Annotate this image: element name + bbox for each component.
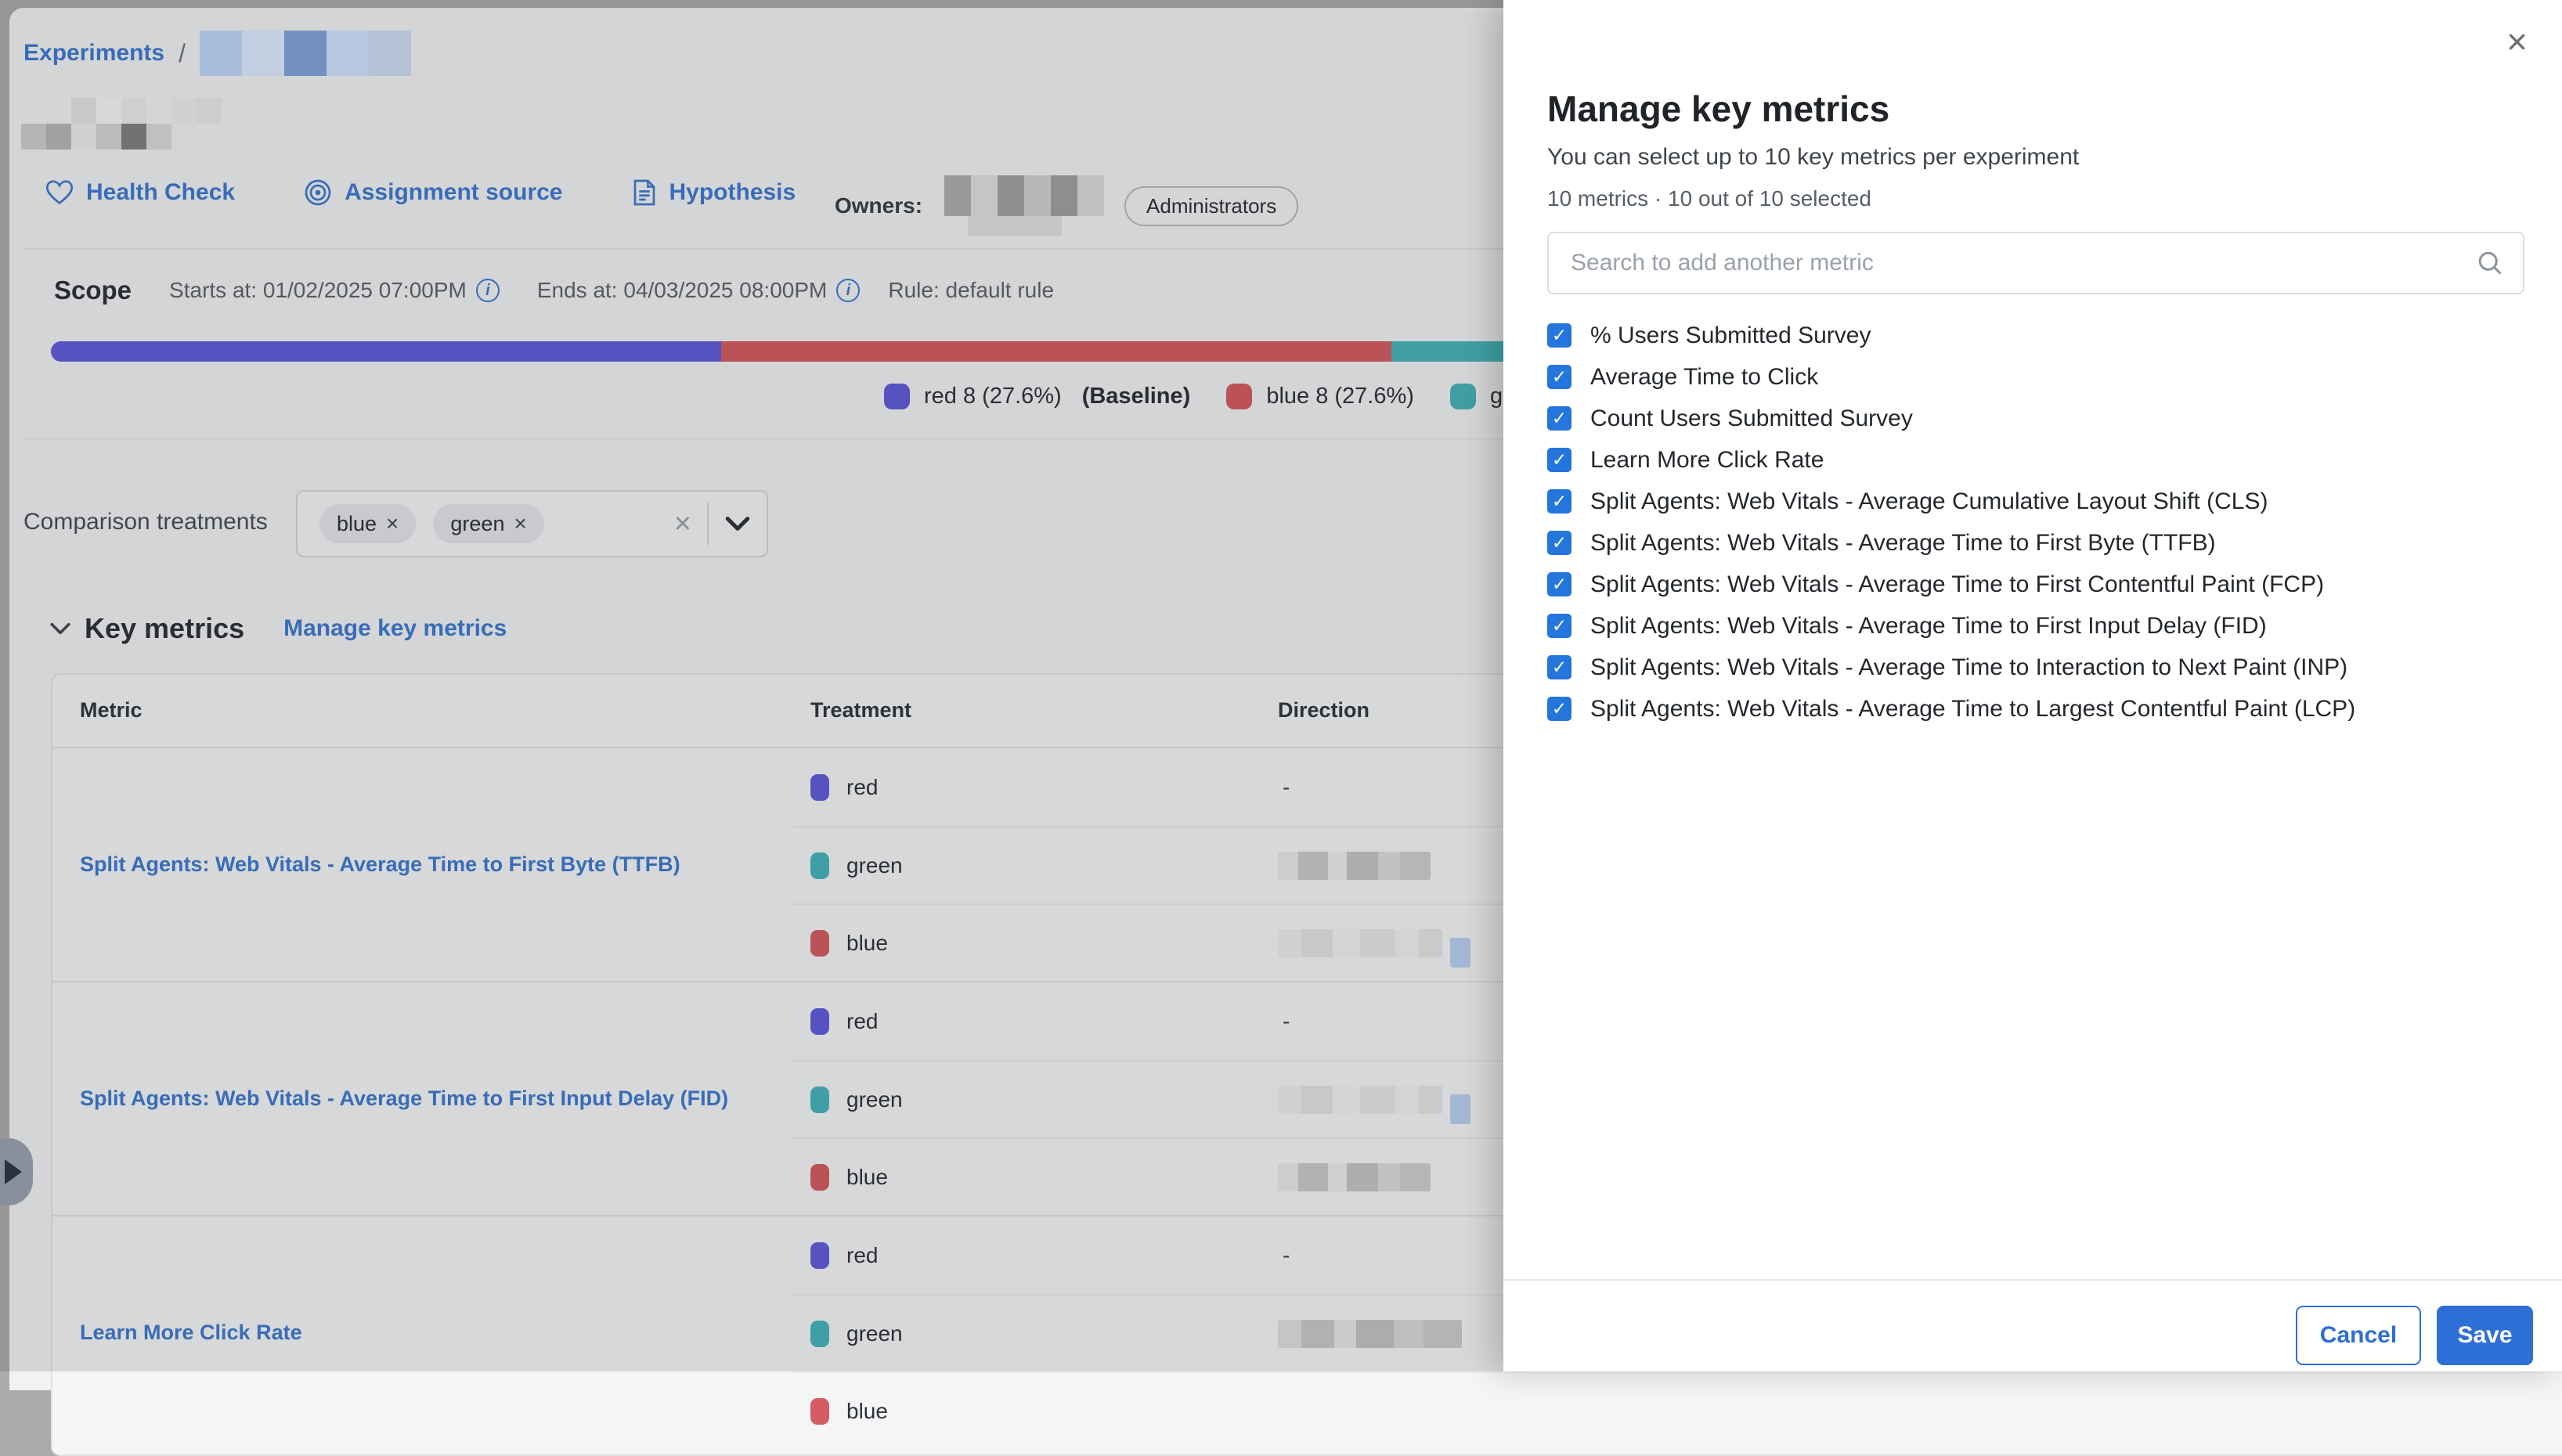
metric-label: Learn More Click Rate — [1590, 447, 1824, 474]
treatment-row: blue — [792, 1371, 2562, 1449]
treatment-swatch — [810, 1398, 829, 1425]
metric-list-item[interactable]: ✓ Split Agents: Web Vitals - Average Time… — [1547, 688, 2524, 730]
metric-label: Count Users Submitted Survey — [1590, 405, 1913, 432]
metric-label: Split Agents: Web Vitals - Average Time … — [1590, 696, 2355, 723]
checkbox-checked-icon[interactable]: ✓ — [1547, 406, 1571, 431]
metric-list-item[interactable]: ✓ Count Users Submitted Survey — [1547, 398, 2524, 439]
metric-list-item[interactable]: ✓ Split Agents: Web Vitals - Average Time… — [1547, 522, 2524, 564]
metric-list-item[interactable]: ✓ Average Time to Click — [1547, 356, 2524, 398]
metric-list-item[interactable]: ✓ Split Agents: Web Vitals - Average Time… — [1547, 605, 2524, 647]
metric-label: Split Agents: Web Vitals - Average Time … — [1590, 654, 2347, 681]
metric-list-item[interactable]: ✓ Learn More Click Rate — [1547, 439, 2524, 481]
cancel-button[interactable]: Cancel — [2296, 1306, 2421, 1365]
metric-label: Split Agents: Web Vitals - Average Time … — [1590, 613, 2267, 640]
treatment-cell: blue — [810, 1398, 1278, 1425]
checkbox-checked-icon[interactable]: ✓ — [1547, 614, 1571, 638]
panel-subtitle: You can select up to 10 key metrics per … — [1547, 144, 2524, 171]
treatment-name: blue — [846, 1399, 888, 1424]
checkbox-checked-icon[interactable]: ✓ — [1547, 365, 1571, 389]
metric-checkbox-list: ✓ % Users Submitted Survey ✓ Average Time t… — [1547, 315, 2524, 730]
metric-label: % Users Submitted Survey — [1590, 323, 1871, 349]
checkbox-checked-icon[interactable]: ✓ — [1547, 448, 1571, 472]
panel-title: Manage key metrics — [1547, 88, 2524, 130]
manage-key-metrics-panel: × Manage key metrics You can select up t… — [1503, 0, 2562, 1371]
checkbox-checked-icon[interactable]: ✓ — [1547, 655, 1571, 679]
metric-label: Split Agents: Web Vitals - Average Time … — [1590, 571, 2324, 598]
search-metric-input[interactable] — [1547, 232, 2524, 294]
save-button[interactable]: Save — [2437, 1306, 2533, 1365]
checkbox-checked-icon[interactable]: ✓ — [1547, 323, 1571, 348]
metric-list-item[interactable]: ✓ Split Agents: Web Vitals - Average Time… — [1547, 647, 2524, 688]
search-icon — [2476, 249, 2504, 277]
metric-list-item[interactable]: ✓ % Users Submitted Survey — [1547, 315, 2524, 356]
checkbox-checked-icon[interactable]: ✓ — [1547, 572, 1571, 596]
checkbox-checked-icon[interactable]: ✓ — [1547, 531, 1571, 555]
metric-list-item[interactable]: ✓ Split Agents: Web Vitals - Average Cumu… — [1547, 481, 2524, 522]
metric-list-item[interactable]: ✓ Split Agents: Web Vitals - Average Time… — [1547, 564, 2524, 605]
metrics-count: 10 metrics · 10 out of 10 selected — [1547, 186, 2524, 211]
checkbox-checked-icon[interactable]: ✓ — [1547, 697, 1571, 721]
panel-footer: Cancel Save — [1503, 1279, 2562, 1371]
metric-label: Average Time to Click — [1590, 364, 1818, 391]
checkbox-checked-icon[interactable]: ✓ — [1547, 489, 1571, 514]
metric-label: Split Agents: Web Vitals - Average Time … — [1590, 530, 2216, 557]
metric-label: Split Agents: Web Vitals - Average Cumul… — [1590, 488, 2268, 515]
